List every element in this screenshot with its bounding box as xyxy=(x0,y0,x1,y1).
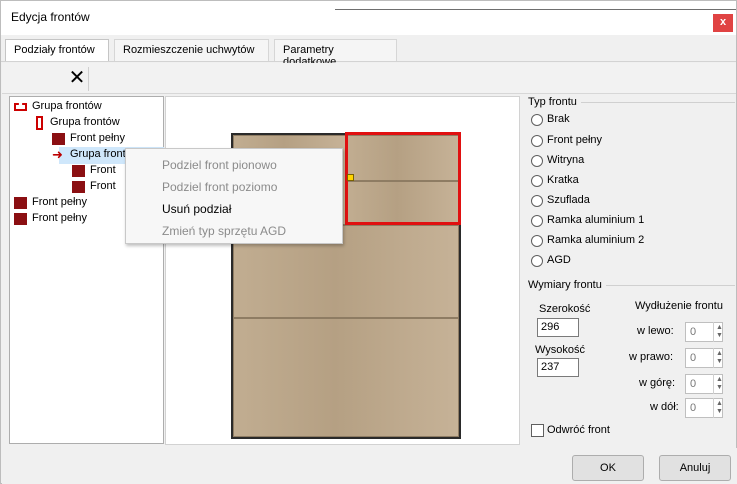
context-menu: Podziel front pionowo Podziel front pozi… xyxy=(125,148,343,244)
tree-item-label: Front xyxy=(90,164,116,176)
width-label: Szerokość xyxy=(539,303,591,315)
tree-item-label: Front pełny xyxy=(70,132,126,144)
window-title: Edycja frontów xyxy=(11,10,90,24)
front-type-group-label: Typ frontu xyxy=(528,96,581,108)
toolbar: ✕ xyxy=(2,63,736,94)
tab-handle-placement[interactable]: Rozmieszczenie uchwytów xyxy=(114,39,269,61)
extend-top-spinner[interactable]: ▲ ▼ xyxy=(713,374,725,394)
height-input[interactable]: 237 xyxy=(537,358,579,377)
front-type-option-label: Kratka xyxy=(547,174,579,186)
front-type-option-label: Szuflada xyxy=(547,194,590,206)
menu-item-change-agd[interactable]: Zmień typ sprzętu AGD xyxy=(162,224,286,238)
selected-front-outline xyxy=(345,132,461,225)
menu-item-remove-division[interactable]: Usuń podział xyxy=(162,202,231,216)
resize-handle[interactable] xyxy=(347,174,354,181)
close-button[interactable]: x xyxy=(713,14,733,32)
front-type-option-label: Ramka aluminium 2 xyxy=(547,234,645,246)
front-solid-icon xyxy=(14,197,27,209)
front-solid-icon xyxy=(14,213,27,225)
height-label: Wysokość xyxy=(535,344,586,356)
tab-front-divisions[interactable]: Podziały frontów xyxy=(5,39,109,61)
front-type-option-label: Witryna xyxy=(547,154,585,166)
front-type-radio[interactable] xyxy=(531,235,543,247)
group-divider xyxy=(563,102,735,103)
tree-item-label: Grupa frontów xyxy=(50,116,120,128)
front-type-radio[interactable] xyxy=(531,175,543,187)
group-divider xyxy=(603,285,735,286)
delete-division-button[interactable]: ✕ xyxy=(66,68,88,90)
arrow-right-icon: ➜ xyxy=(52,147,63,162)
ok-button[interactable]: OK xyxy=(572,455,644,481)
tree-item-front-full[interactable]: Front pełny xyxy=(14,195,134,212)
group-stripe-icon xyxy=(14,103,27,111)
front-type-option-label: Brak xyxy=(547,113,570,125)
front-panel[interactable] xyxy=(233,318,459,437)
tree-item-label: Grupa frontów xyxy=(32,100,102,112)
front-type-option-label: Ramka aluminium 1 xyxy=(547,214,645,226)
front-type-option-label: AGD xyxy=(547,254,571,266)
tree-item-group[interactable]: Grupa frontów xyxy=(32,115,152,132)
extend-bottom-label: w dół: xyxy=(650,401,679,413)
tree-item-front-full[interactable]: Front pełny xyxy=(52,131,152,148)
front-type-radio[interactable] xyxy=(531,155,543,167)
front-editor-dialog: Edycja frontów x Podziały frontów Rozmie… xyxy=(0,0,737,484)
front-solid-icon xyxy=(72,165,85,177)
front-type-option-label: Front pełny xyxy=(547,134,603,146)
group-vertical-icon xyxy=(36,116,43,130)
tab-strip: Podziały frontów Rozmieszczenie uchwytów… xyxy=(1,37,736,68)
extension-label: Wydłużenie frontu xyxy=(635,300,723,312)
extend-right-label: w prawo: xyxy=(629,351,674,363)
reverse-front-checkbox[interactable] xyxy=(531,424,544,437)
extend-bottom-spinner[interactable]: ▲ ▼ xyxy=(713,398,725,418)
title-bar: Edycja frontów x xyxy=(1,1,736,35)
menu-item-split-horizontal[interactable]: Podziel front poziomo xyxy=(162,180,277,194)
front-solid-icon xyxy=(52,133,65,145)
reverse-front-label: Odwróć front xyxy=(547,424,610,436)
tree-item-group-root[interactable]: Grupa frontów xyxy=(14,99,154,116)
tree-item-label: Grupa fronto xyxy=(70,148,132,160)
extend-top-label: w górę: xyxy=(639,377,676,389)
cancel-button[interactable]: Anuluj xyxy=(659,455,731,481)
front-type-radio[interactable] xyxy=(531,135,543,147)
tree-item-label: Front pełny xyxy=(32,196,88,208)
front-type-radio[interactable] xyxy=(531,114,543,126)
front-type-radio[interactable] xyxy=(531,215,543,227)
dialog-footer: OK Anuluj xyxy=(2,448,737,484)
dimensions-group-label: Wymiary frontu xyxy=(528,279,606,291)
toolbar-separator xyxy=(88,67,89,91)
front-solid-icon xyxy=(72,181,85,193)
tree-item-label: Front xyxy=(90,180,116,192)
properties-panel: Typ frontu Brak Front pełny Witryna Krat… xyxy=(523,95,737,445)
extend-left-label: w lewo: xyxy=(637,325,674,337)
extend-left-spinner[interactable]: ▲ ▼ xyxy=(713,322,725,342)
front-type-radio[interactable] xyxy=(531,195,543,207)
tree-item-front-full[interactable]: Front pełny xyxy=(14,211,134,228)
tab-additional-params[interactable]: Parametry dodatkowe xyxy=(274,39,397,68)
extend-right-spinner[interactable]: ▲ ▼ xyxy=(713,348,725,368)
tree-item-label: Front pełny xyxy=(32,212,88,224)
title-divider xyxy=(335,9,736,10)
front-type-radio[interactable] xyxy=(531,255,543,267)
menu-item-split-vertical[interactable]: Podziel front pionowo xyxy=(162,158,277,172)
width-input[interactable]: 296 xyxy=(537,318,579,337)
